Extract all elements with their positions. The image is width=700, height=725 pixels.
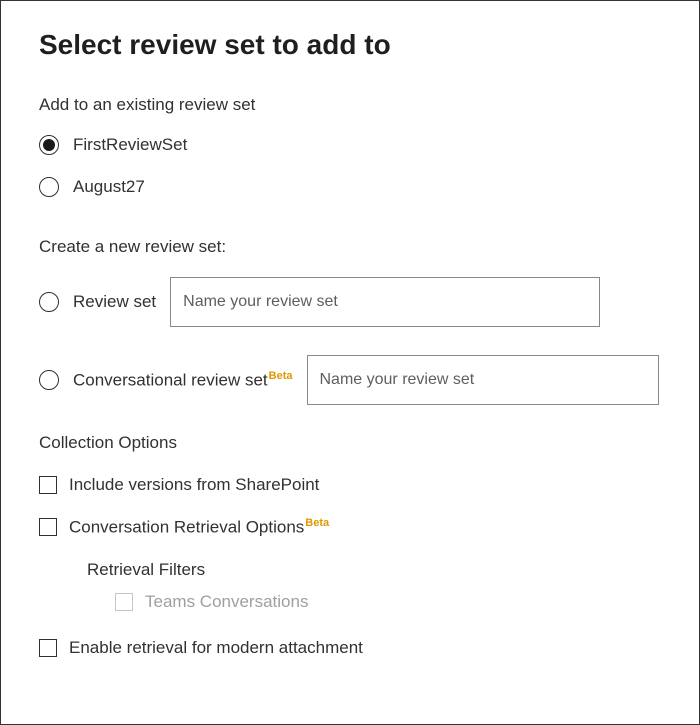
check-label-modern-attachment: Enable retrieval for modern attachment [69, 638, 363, 658]
radio-label-conversational: Conversational review setBeta [73, 370, 293, 391]
beta-tag-retrieval: Beta [305, 517, 329, 529]
radio-label-review-set: Review set [73, 292, 156, 312]
radio-label-august27: August27 [73, 177, 145, 197]
radio-row-conversational: Conversational review setBeta [39, 355, 661, 405]
check-row-teams: Teams Conversations [115, 592, 661, 612]
retrieval-filters-section: Retrieval Filters Teams Conversations [87, 560, 661, 612]
checkbox-include-versions[interactable] [39, 476, 57, 494]
existing-review-set-label: Add to an existing review set [39, 95, 661, 115]
conversational-name-input[interactable] [307, 355, 659, 405]
radio-row-august27: August27 [39, 177, 661, 197]
conversational-label-text: Conversational review set [73, 370, 268, 389]
review-set-name-input[interactable] [170, 277, 600, 327]
checkbox-conversation-retrieval[interactable] [39, 518, 57, 536]
check-row-modern-attachment: Enable retrieval for modern attachment [39, 638, 661, 658]
beta-tag-conversational: Beta [269, 370, 293, 382]
retrieval-filters-heading: Retrieval Filters [87, 560, 661, 580]
radio-label-first-review-set: FirstReviewSet [73, 135, 187, 155]
conversation-retrieval-text: Conversation Retrieval Options [69, 518, 304, 537]
radio-row-review-set: Review set [39, 277, 661, 327]
radio-review-set[interactable] [39, 292, 59, 312]
check-label-include-versions: Include versions from SharePoint [69, 475, 319, 495]
radio-first-review-set[interactable] [39, 135, 59, 155]
review-set-panel: Select review set to add to Add to an ex… [0, 0, 700, 725]
radio-conversational[interactable] [39, 370, 59, 390]
check-row-include-versions: Include versions from SharePoint [39, 475, 661, 495]
collection-options-heading: Collection Options [39, 433, 661, 453]
radio-august27[interactable] [39, 177, 59, 197]
radio-row-first-review-set: FirstReviewSet [39, 135, 661, 155]
create-review-set-label: Create a new review set: [39, 237, 661, 257]
page-title: Select review set to add to [39, 29, 661, 61]
check-row-conversation-retrieval: Conversation Retrieval OptionsBeta [39, 517, 661, 538]
checkbox-modern-attachment[interactable] [39, 639, 57, 657]
check-label-conversation-retrieval: Conversation Retrieval OptionsBeta [69, 517, 329, 538]
check-label-teams-conversations: Teams Conversations [145, 592, 308, 612]
checkbox-teams-conversations [115, 593, 133, 611]
